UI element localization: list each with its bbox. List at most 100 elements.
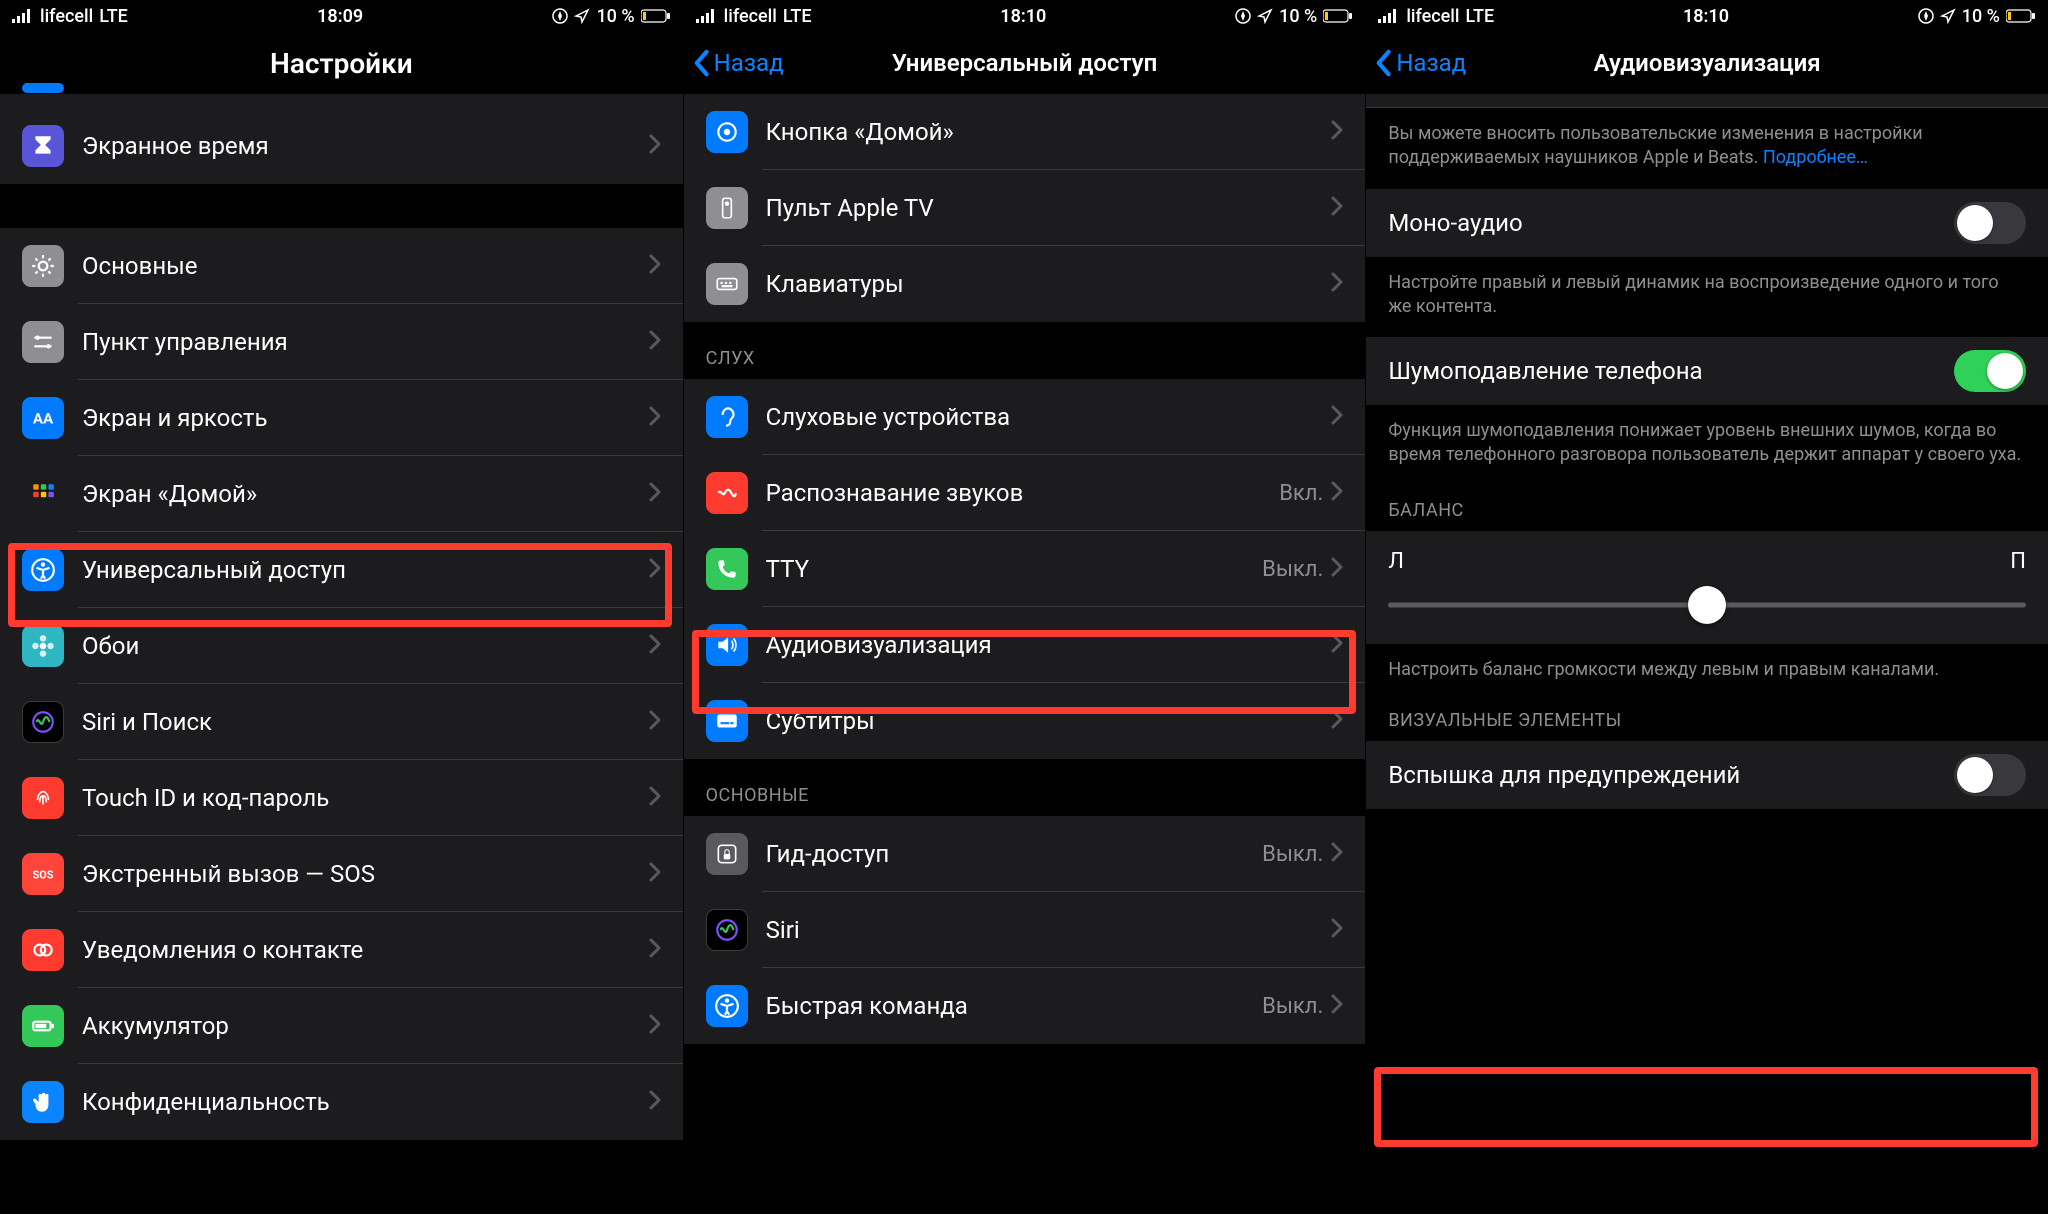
network-label: LTE [99, 6, 128, 27]
chevron-right-icon [649, 406, 661, 430]
noise-cancel-description: Функция шумоподавления понижает уровень … [1366, 405, 2048, 486]
row-general[interactable]: Основные [0, 228, 683, 304]
noise-cancel-switch[interactable] [1954, 350, 2026, 392]
headphone-description: Вы можете вносить пользовательские измен… [1366, 108, 2048, 189]
section-header-hearing: СЛУХ [684, 322, 1366, 379]
signal-icon [696, 9, 718, 23]
location-icon [574, 8, 590, 24]
row-shortcut[interactable]: Быстрая командаВыкл. [684, 968, 1366, 1044]
row-value: Выкл. [1262, 994, 1323, 1019]
svg-text:SOS: SOS [33, 868, 54, 881]
learn-more-link[interactable]: Подробнее… [1763, 147, 1868, 168]
row-value: Выкл. [1262, 842, 1323, 867]
phone-icon [706, 548, 748, 590]
row-label: Быстрая команда [766, 992, 1262, 1020]
circle-icon [706, 111, 748, 153]
chevron-right-icon [649, 558, 661, 582]
chevron-right-icon [649, 482, 661, 506]
row-home[interactable]: Экран «Домой» [0, 456, 683, 532]
mono-audio-row[interactable]: Моно-аудио [1366, 189, 2048, 257]
status-bar: lifecell LTE 18:09 10 % [0, 0, 683, 32]
slider-thumb[interactable] [1688, 586, 1726, 624]
panel-audiovisual: lifecell LTE 18:10 10 % Назад Аудиовизуа… [1365, 0, 2048, 1214]
row-sos[interactable]: SOSЭкстренный вызов — SOS [0, 836, 683, 912]
battery-icon [22, 1005, 64, 1047]
row-control[interactable]: Пункт управления [0, 304, 683, 380]
chevron-right-icon [1331, 709, 1343, 733]
row-siri2[interactable]: Siri [684, 892, 1366, 968]
row-label: Конфиденциальность [82, 1088, 649, 1116]
accessibility-icon [706, 985, 748, 1027]
section-header-general: ОСНОВНЫЕ [684, 759, 1366, 816]
chevron-right-icon [1331, 120, 1343, 144]
keyboard-icon [706, 263, 748, 305]
flash-alerts-switch[interactable] [1954, 754, 2026, 796]
battery-icon [1323, 9, 1353, 23]
chevron-right-icon [649, 134, 661, 158]
row-label: Siri [766, 916, 1332, 944]
speaker-icon [706, 624, 748, 666]
wave-icon [706, 472, 748, 514]
row-siri[interactable]: Siri и Поиск [0, 684, 683, 760]
chevron-right-icon [1331, 994, 1343, 1018]
hourglass-icon [22, 125, 64, 167]
row-wallpaper[interactable]: Обои [0, 608, 683, 684]
chevron-right-icon [1331, 481, 1343, 505]
chevron-right-icon [1331, 918, 1343, 942]
row-label: Экран и яркость [82, 404, 649, 432]
row-screentime[interactable]: Экранное время [0, 108, 683, 184]
row-hearing[interactable]: Слуховые устройства [684, 379, 1366, 455]
battery-icon [2006, 9, 2036, 23]
signal-icon [1378, 9, 1400, 23]
flash-alerts-row[interactable]: Вспышка для предупреждений [1366, 741, 2048, 809]
chevron-right-icon [649, 254, 661, 278]
carrier-label: lifecell [40, 6, 93, 27]
location-icon [1257, 8, 1273, 24]
noise-cancel-label: Шумоподавление телефона [1388, 357, 1954, 385]
page-title: Настройки [270, 47, 413, 80]
row-audiovis[interactable]: Аудиовизуализация [684, 607, 1366, 683]
chevron-right-icon [649, 862, 661, 886]
row-subtitles[interactable]: Субтитры [684, 683, 1366, 759]
siri-icon [706, 909, 748, 951]
balance-slider[interactable] [1388, 592, 2026, 618]
section-header-visual: ВИЗУАЛЬНЫЕ ЭЛЕМЕНТЫ [1366, 700, 2048, 741]
noise-cancel-row[interactable]: Шумоподавление телефона [1366, 337, 2048, 405]
chevron-right-icon [1331, 842, 1343, 866]
settings-row-partial[interactable] [0, 94, 683, 108]
grid-icon [22, 473, 64, 515]
row-tty[interactable]: TTYВыкл. [684, 531, 1366, 607]
compass-icon [552, 8, 568, 24]
row-label: Обои [82, 632, 649, 660]
row-display[interactable]: AAЭкран и яркость [0, 380, 683, 456]
clock: 18:09 [317, 6, 363, 27]
mono-audio-switch[interactable] [1954, 202, 2026, 244]
row-label: Основные [82, 252, 649, 280]
row-accessibility[interactable]: Универсальный доступ [0, 532, 683, 608]
section-header-balance: БАЛАНС [1366, 486, 2048, 531]
row-appletv[interactable]: Пульт Apple TV [684, 170, 1366, 246]
status-bar: lifecell LTE 18:10 10 % [1366, 0, 2048, 32]
chevron-right-icon [649, 710, 661, 734]
carrier-label: lifecell [724, 6, 777, 27]
row-touchid[interactable]: Touch ID и код-пароль [0, 760, 683, 836]
chevron-right-icon [1331, 557, 1343, 581]
row-privacy[interactable]: Конфиденциальность [0, 1064, 683, 1140]
back-button[interactable]: Назад [684, 49, 784, 77]
clock: 18:10 [1683, 6, 1729, 27]
row-exposure[interactable]: Уведомления о контакте [0, 912, 683, 988]
back-button[interactable]: Назад [1366, 49, 1466, 77]
chevron-right-icon [649, 1090, 661, 1114]
row-keyboards[interactable]: Клавиатуры [684, 246, 1366, 322]
row-homebtn[interactable]: Кнопка «Домой» [684, 94, 1366, 170]
carrier-label: lifecell [1406, 6, 1459, 27]
accessibility-icon [22, 549, 64, 591]
battery-text: 10 % [1962, 6, 2000, 27]
row-sounds[interactable]: Распознавание звуковВкл. [684, 455, 1366, 531]
row-battery[interactable]: Аккумулятор [0, 988, 683, 1064]
headphone-accommodations-row[interactable] [1366, 94, 2048, 108]
row-guided[interactable]: Гид-доступВыкл. [684, 816, 1366, 892]
compass-icon [1235, 8, 1251, 24]
nav-bar: Назад Универсальный доступ [684, 32, 1366, 94]
row-label: Пульт Apple TV [766, 194, 1332, 222]
